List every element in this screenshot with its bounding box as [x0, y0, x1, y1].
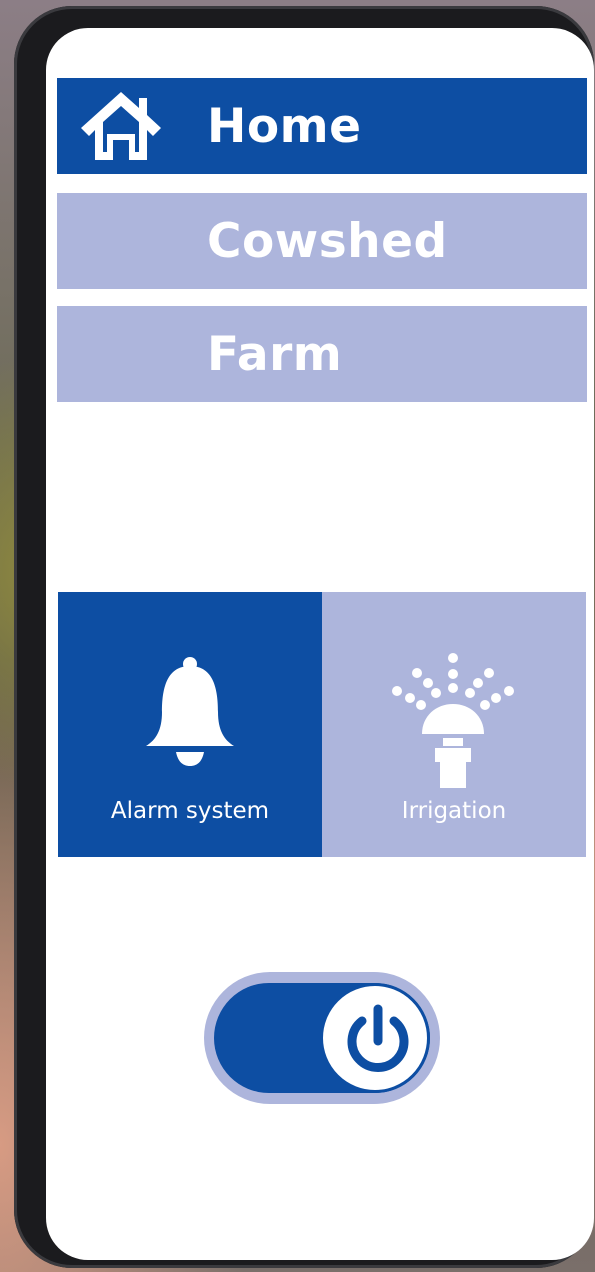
sprinkler-icon [392, 653, 514, 788]
nav-item-cowshed[interactable]: Cowshed [57, 193, 587, 289]
nav-item-label: Farm [207, 326, 343, 382]
nav-item-home[interactable]: Home [57, 78, 587, 174]
home-icon [81, 92, 161, 160]
nav-item-farm[interactable]: Farm [57, 306, 587, 402]
irrigation-tile[interactable]: Irrigation [322, 592, 586, 857]
power-icon [347, 1004, 409, 1072]
bell-icon [146, 657, 234, 766]
tile-label: Irrigation [401, 798, 507, 824]
phone-frame: Home Cowshed Farm Alarm system Irrigatio… [14, 6, 594, 1268]
app-screen: Home Cowshed Farm Alarm system Irrigatio… [46, 28, 594, 1260]
power-toggle[interactable] [204, 972, 440, 1104]
alarm-system-tile[interactable]: Alarm system [58, 592, 322, 857]
nav-item-label: Cowshed [207, 213, 448, 269]
nav-item-label: Home [207, 98, 362, 154]
power-toggle-knob[interactable] [320, 983, 430, 1093]
tile-label: Alarm system [110, 798, 270, 824]
